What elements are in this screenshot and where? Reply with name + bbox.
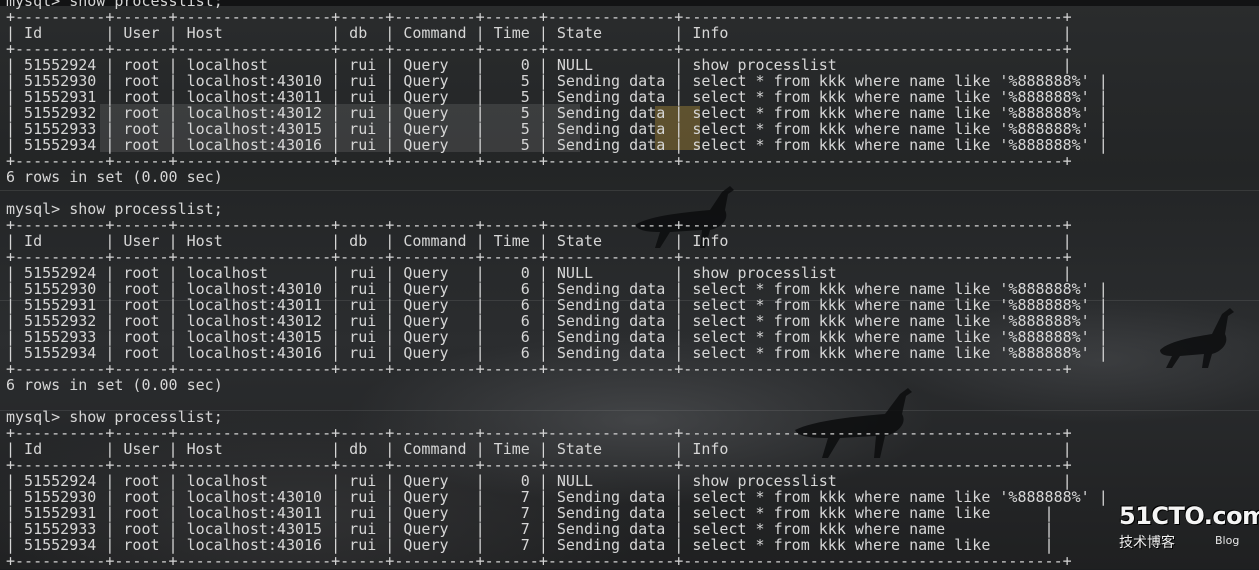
watermark-logo: 51CTO.com 技术博客 Blog: [1105, 502, 1259, 562]
terminal-line: | Id | User | Host | db | Command | Time…: [6, 24, 1072, 42]
watermark-blog: Blog: [1215, 534, 1240, 547]
terminal-line: | Id | User | Host | db | Command | Time…: [6, 440, 1072, 458]
terminal-output[interactable]: mysql> show processlist; +----------+----…: [0, 0, 1259, 569]
terminal-line: 6 rows in set (0.00 sec): [6, 168, 223, 186]
terminal-line: +----------+------+-----------------+---…: [6, 40, 1072, 58]
terminal-line: mysql> show processlist;: [6, 408, 223, 426]
terminal-line: | 51552932 | root | localhost:43012 | ru…: [6, 312, 1108, 330]
terminal-line: | 51552933 | root | localhost:43015 | ru…: [6, 328, 1108, 346]
terminal-line: | 51552930 | root | localhost:43010 | ru…: [6, 72, 1108, 90]
terminal-line: | 51552924 | root | localhost | rui | Qu…: [6, 56, 1072, 74]
terminal-line: | 51552931 | root | localhost:43011 | ru…: [6, 296, 1108, 314]
terminal-line: | 51552934 | root | localhost:43016 | ru…: [6, 344, 1108, 362]
terminal-line: | 51552933 | root | localhost:43015 | ru…: [6, 520, 1054, 538]
terminal-line: +----------+------+-----------------+---…: [6, 456, 1072, 474]
watermark-subtitle: 技术博客: [1119, 535, 1175, 551]
terminal-line: | 51552934 | root | localhost:43016 | ru…: [6, 136, 1108, 154]
terminal-line: +----------+------+-----------------+---…: [6, 216, 1072, 234]
terminal-line: | 51552930 | root | localhost:43010 | ru…: [6, 488, 1108, 506]
terminal-line: +----------+------+-----------------+---…: [6, 8, 1072, 26]
terminal-line: | 51552924 | root | localhost | rui | Qu…: [6, 472, 1072, 490]
terminal-line: | 51552934 | root | localhost:43016 | ru…: [6, 536, 1054, 554]
terminal-line: | 51552932 | root | localhost:43012 | ru…: [6, 104, 1108, 122]
terminal-line: 6 rows in set (0.00 sec): [6, 376, 223, 394]
terminal-line: +----------+------+-----------------+---…: [6, 152, 1072, 170]
terminal-line: | 51552930 | root | localhost:43010 | ru…: [6, 280, 1108, 298]
terminal-line: mysql> show processlist;: [6, 200, 223, 218]
terminal-line: +----------+------+-----------------+---…: [6, 424, 1072, 442]
terminal-line: +----------+------+-----------------+---…: [6, 552, 1072, 570]
terminal-line: +----------+------+-----------------+---…: [6, 248, 1072, 266]
terminal-line: | 51552933 | root | localhost:43015 | ru…: [6, 120, 1108, 138]
terminal-line: +----------+------+-----------------+---…: [6, 360, 1072, 378]
terminal-line: | 51552931 | root | localhost:43011 | ru…: [6, 504, 1054, 522]
terminal-line: | Id | User | Host | db | Command | Time…: [6, 232, 1072, 250]
watermark-brand: 51CTO.com: [1119, 502, 1259, 530]
terminal-line: | 51552924 | root | localhost | rui | Qu…: [6, 264, 1072, 282]
terminal-line: | 51552931 | root | localhost:43011 | ru…: [6, 88, 1108, 106]
